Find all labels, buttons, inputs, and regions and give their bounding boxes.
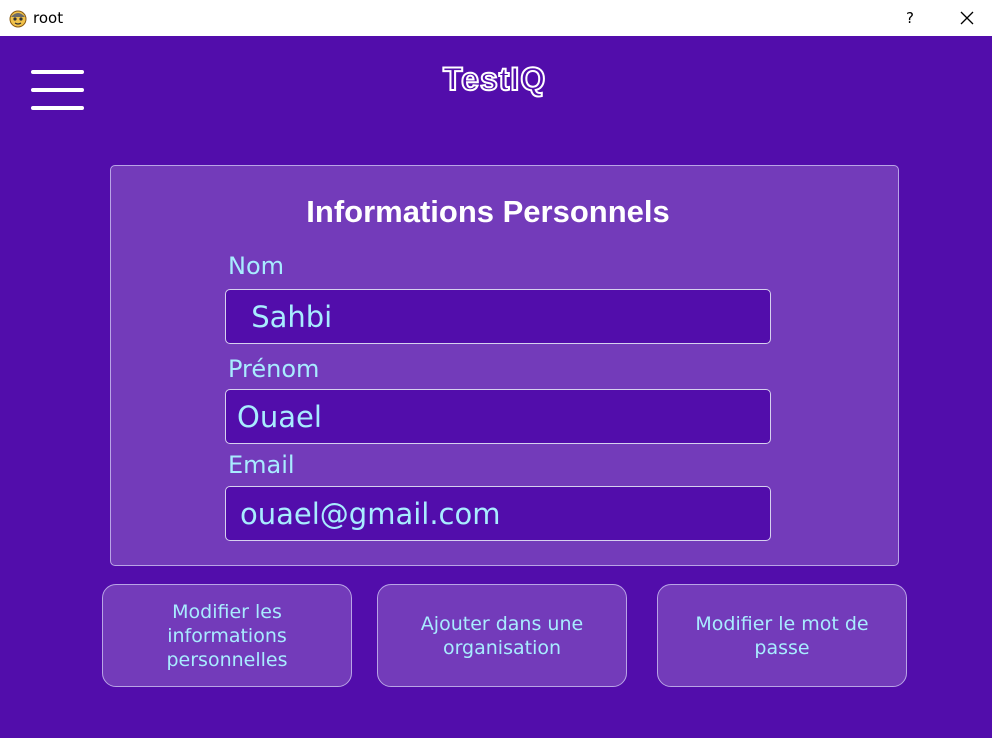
nom-field[interactable]	[225, 289, 771, 344]
window-title: root	[33, 9, 64, 27]
personal-info-card: Informations Personnels Nom Prénom Email	[110, 165, 899, 566]
add-to-organization-button[interactable]: Ajouter dans une organisation	[377, 584, 627, 687]
main-panel: TestIQ Informations Personnels Nom Préno…	[0, 36, 992, 738]
logo-text: TestIQ	[443, 61, 546, 97]
app-icon	[9, 10, 27, 28]
change-password-button[interactable]: Modifier le mot de passe	[657, 584, 907, 687]
testiq-logo: TestIQ	[442, 60, 546, 98]
email-label: Email	[228, 451, 295, 479]
close-icon	[960, 11, 974, 25]
prenom-field[interactable]	[225, 389, 771, 444]
prenom-label: Prénom	[228, 355, 320, 383]
close-button[interactable]	[944, 0, 990, 36]
edit-personal-info-button[interactable]: Modifier les informations personnelles	[102, 584, 352, 687]
email-field[interactable]	[225, 486, 771, 541]
card-title: Informations Personnels	[306, 194, 670, 229]
help-button[interactable]: ?	[896, 0, 924, 36]
window-titlebar: root ?	[0, 0, 992, 36]
nom-label: Nom	[228, 252, 285, 280]
hamburger-menu-icon[interactable]	[31, 70, 84, 111]
